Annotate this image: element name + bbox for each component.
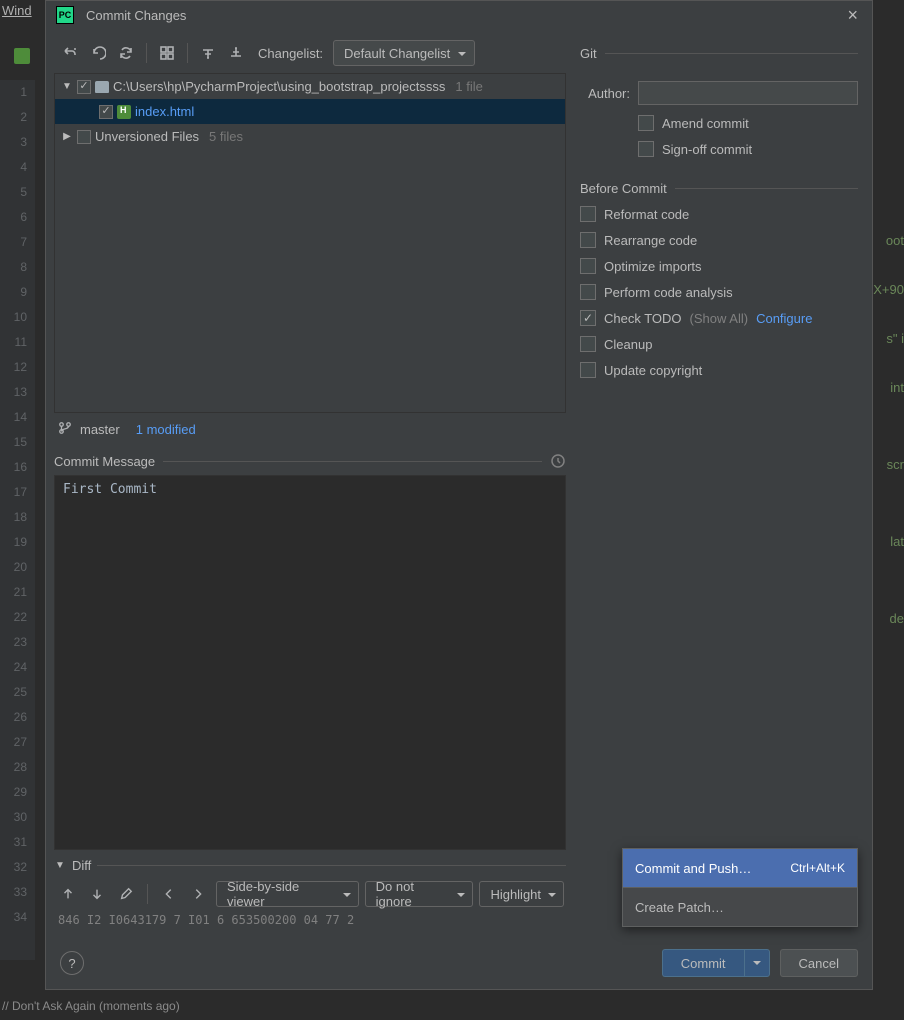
cancel-button[interactable]: Cancel [780, 949, 858, 977]
commit-message-title: Commit Message [54, 454, 155, 469]
unversioned-label: Unversioned Files [95, 129, 199, 144]
ignore-dropdown[interactable]: Do not ignore [365, 881, 474, 907]
commit-split-button: Commit [662, 949, 770, 977]
rollback-icon[interactable] [58, 41, 82, 65]
optimize-option[interactable]: Optimize imports [580, 258, 858, 274]
nav-back-icon[interactable] [158, 882, 181, 906]
commit-button[interactable]: Commit [662, 949, 744, 977]
signoff-checkbox[interactable] [638, 141, 654, 157]
collapse-icon[interactable] [224, 41, 248, 65]
edit-icon[interactable] [114, 882, 137, 906]
commit-dropdown-menu: Commit and Push… Ctrl+Alt+K Create Patch… [622, 848, 858, 927]
reformat-option[interactable]: Reformat code [580, 206, 858, 222]
reformat-checkbox[interactable] [580, 206, 596, 222]
commit-changes-dialog: PC Commit Changes × Changelist: Default … [45, 0, 873, 990]
help-icon[interactable]: ? [60, 951, 84, 975]
author-label: Author: [580, 86, 630, 101]
chevron-down-icon[interactable]: ▼ [61, 81, 73, 92]
commit-toolbar: Changelist: Default Changelist [54, 37, 566, 69]
prev-diff-icon[interactable] [56, 882, 79, 906]
undo-icon[interactable] [86, 41, 110, 65]
analysis-checkbox[interactable] [580, 284, 596, 300]
create-patch-item[interactable]: Create Patch… [623, 888, 857, 926]
editor-code-fragment: ootX+90s" iintscrlatde [873, 230, 904, 629]
copyright-checkbox[interactable] [580, 362, 596, 378]
tree-file-row[interactable]: index.html [55, 99, 565, 124]
diff-title: Diff [72, 858, 91, 873]
refresh-icon[interactable] [114, 41, 138, 65]
changelist-dropdown[interactable]: Default Changelist [333, 40, 475, 66]
before-commit-title: Before Commit [580, 181, 667, 196]
configure-link[interactable]: Configure [756, 311, 812, 326]
nav-forward-icon[interactable] [187, 882, 210, 906]
viewer-mode-dropdown[interactable]: Side-by-side viewer [216, 881, 359, 907]
git-section-title: Git [580, 46, 597, 61]
tree-unversioned-row[interactable]: ▶ Unversioned Files 5 files [55, 124, 565, 149]
commit-and-push-item[interactable]: Commit and Push… Ctrl+Alt+K [623, 849, 857, 887]
amend-checkbox[interactable] [638, 115, 654, 131]
menu-window[interactable]: Wind [2, 3, 32, 18]
expand-icon[interactable] [196, 41, 220, 65]
root-meta: 1 file [455, 79, 482, 94]
signoff-option[interactable]: Sign-off commit [638, 141, 858, 157]
cleanup-option[interactable]: Cleanup [580, 336, 858, 352]
html-file-icon [117, 105, 131, 119]
todo-checkbox[interactable] [580, 310, 596, 326]
dialog-titlebar: PC Commit Changes × [46, 1, 872, 29]
folder-icon [95, 81, 109, 93]
rearrange-option[interactable]: Rearrange code [580, 232, 858, 248]
copyright-option[interactable]: Update copyright [580, 362, 858, 378]
unversioned-meta: 5 files [209, 129, 243, 144]
highlight-dropdown[interactable]: Highlight [479, 881, 564, 907]
next-diff-icon[interactable] [85, 882, 108, 906]
rearrange-checkbox[interactable] [580, 232, 596, 248]
pycharm-icon: PC [56, 6, 74, 24]
chevron-right-icon[interactable]: ▶ [61, 131, 73, 142]
modified-count[interactable]: 1 modified [136, 422, 196, 437]
changes-tree: ▼ C:\Users\hp\PycharmProject\using_boots… [54, 73, 566, 413]
diff-toolbar: Side-by-side viewer Do not ignore Highli… [54, 877, 566, 911]
file-name: index.html [135, 104, 194, 119]
checkbox-unversioned[interactable] [77, 130, 91, 144]
cleanup-checkbox[interactable] [580, 336, 596, 352]
analysis-option[interactable]: Perform code analysis [580, 284, 858, 300]
group-icon[interactable] [155, 41, 179, 65]
checkbox-root[interactable] [77, 80, 91, 94]
branch-bar: master 1 modified [54, 417, 566, 441]
amend-option[interactable]: Amend commit [638, 115, 858, 131]
file-tab-icon [14, 48, 30, 64]
shortcut-label: Ctrl+Alt+K [790, 861, 845, 875]
diff-section-header[interactable]: ▼ Diff [54, 858, 566, 873]
branch-icon [58, 421, 72, 438]
changelist-label: Changelist: [258, 46, 323, 61]
dialog-title: Commit Changes [86, 8, 843, 23]
root-path: C:\Users\hp\PycharmProject\using_bootstr… [113, 79, 445, 94]
branch-name[interactable]: master [80, 422, 120, 437]
close-icon[interactable]: × [843, 5, 862, 26]
tree-root-row[interactable]: ▼ C:\Users\hp\PycharmProject\using_boots… [55, 74, 565, 99]
status-bar-text: // Don't Ask Again (moments ago) [2, 999, 180, 1013]
todo-option[interactable]: Check TODO (Show All) Configure [580, 310, 858, 326]
dialog-footer: ? Commit Cancel [46, 937, 872, 989]
optimize-checkbox[interactable] [580, 258, 596, 274]
diff-hash-line: 846 I2 I0643179 7 I01 6 653500200 04 77 … [54, 911, 566, 929]
editor-gutter: 1234567891011121314151617181920212223242… [0, 80, 35, 960]
commit-message-input[interactable] [54, 475, 566, 850]
commit-dropdown-arrow[interactable] [744, 949, 770, 977]
chevron-down-icon: ▼ [54, 860, 66, 871]
author-input[interactable] [638, 81, 858, 105]
history-icon[interactable] [550, 453, 566, 469]
checkbox-file[interactable] [99, 105, 113, 119]
